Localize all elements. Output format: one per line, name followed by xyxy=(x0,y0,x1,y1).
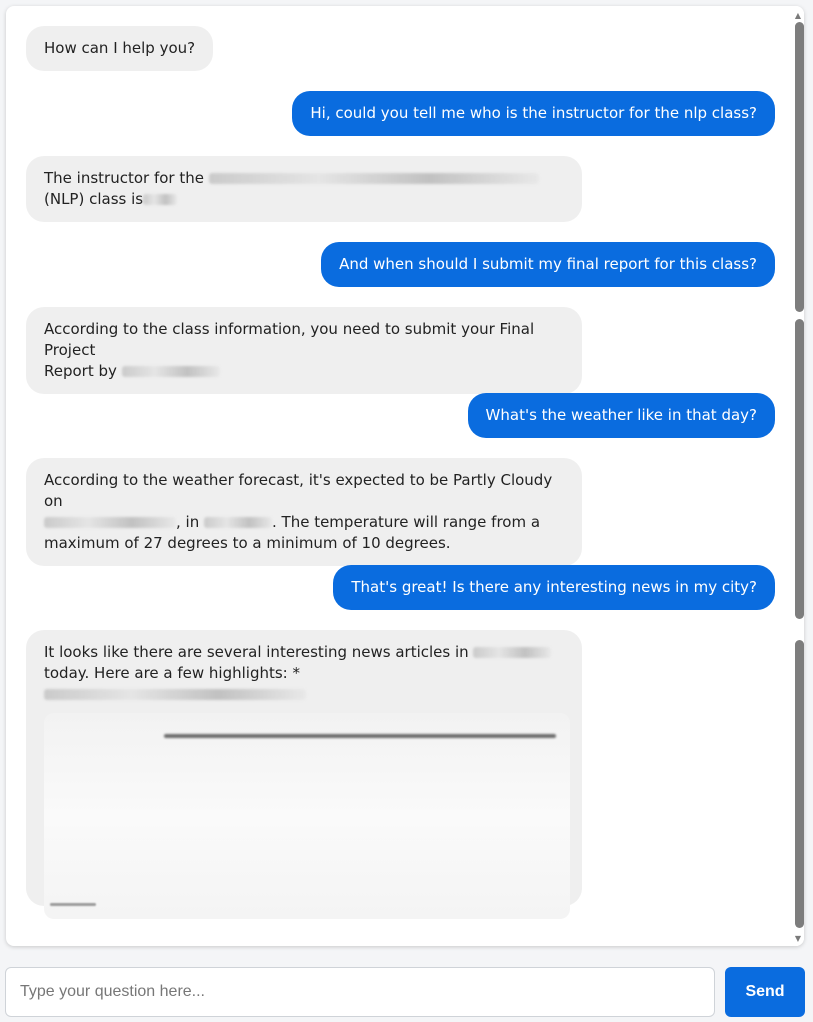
message-text: . The temperature will range from a xyxy=(272,513,541,531)
scroll-track[interactable] xyxy=(795,22,804,928)
user-message: What's the weather like in that day? xyxy=(467,393,775,438)
message-text: The instructor for the xyxy=(44,169,204,187)
blurred-line xyxy=(164,734,556,738)
composer: Send xyxy=(5,967,805,1017)
redacted-text xyxy=(473,647,552,658)
scrollbar[interactable]: ▲ ▼ xyxy=(792,6,804,946)
message-list: How can I help you? Hi, could you tell m… xyxy=(6,6,792,946)
user-message: That's great! Is there any interesting n… xyxy=(333,565,775,610)
message-text: It looks like there are several interest… xyxy=(44,643,469,661)
redacted-text xyxy=(208,173,539,184)
blurred-content-image xyxy=(44,713,570,919)
redacted-text xyxy=(44,517,176,528)
message-text: What's the weather like in that day? xyxy=(485,406,757,424)
send-button[interactable]: Send xyxy=(725,967,805,1017)
blurred-line xyxy=(50,903,96,906)
message-text: According to the weather forecast, it's … xyxy=(44,471,553,510)
message-text: today. Here are a few highlights: * xyxy=(44,664,301,682)
message-text: Report by xyxy=(44,362,117,380)
scroll-thumb[interactable] xyxy=(795,22,804,312)
chat-panel: How can I help you? Hi, could you tell m… xyxy=(6,6,804,946)
scroll-up-arrow-icon[interactable]: ▲ xyxy=(792,8,804,22)
message-text: That's great! Is there any interesting n… xyxy=(351,578,757,596)
bot-message: According to the class information, you … xyxy=(26,307,582,394)
message-text: maximum of 27 degrees to a minimum of 10… xyxy=(44,534,451,552)
bot-message: How can I help you? xyxy=(26,26,214,71)
redacted-text xyxy=(143,194,178,205)
redacted-text xyxy=(44,689,306,700)
scroll-thumb[interactable] xyxy=(795,319,804,619)
message-text: Hi, could you tell me who is the instruc… xyxy=(310,104,757,122)
message-text: How can I help you? xyxy=(44,39,196,57)
user-message: Hi, could you tell me who is the instruc… xyxy=(292,91,775,136)
message-text: , in xyxy=(176,513,200,531)
redacted-text xyxy=(121,366,220,377)
bot-message: It looks like there are several interest… xyxy=(26,630,582,919)
message-text: (NLP) class is xyxy=(44,190,144,208)
question-input[interactable] xyxy=(5,967,715,1017)
redacted-text xyxy=(204,517,272,528)
message-text: And when should I submit my final report… xyxy=(339,255,757,273)
bot-message: The instructor for the (NLP) class is xyxy=(26,156,582,222)
user-message: And when should I submit my final report… xyxy=(321,242,775,287)
scroll-down-arrow-icon[interactable]: ▼ xyxy=(792,931,804,945)
message-text: According to the class information, you … xyxy=(44,320,535,359)
bot-message: According to the weather forecast, it's … xyxy=(26,458,582,566)
scroll-thumb[interactable] xyxy=(795,640,804,928)
